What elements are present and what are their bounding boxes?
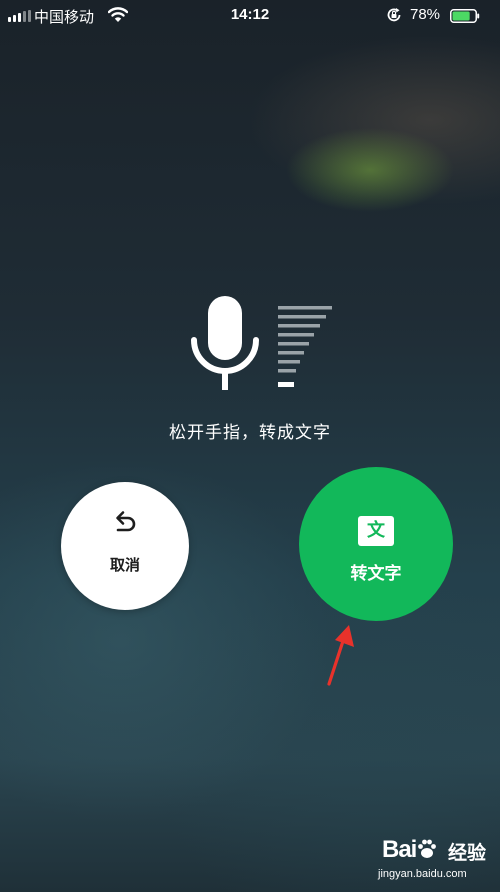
release-hint: 松开手指，转成文字 xyxy=(169,423,331,443)
paw-icon xyxy=(418,839,437,858)
volume-level-icon xyxy=(278,306,332,387)
battery-percent: 78% xyxy=(410,6,441,23)
cancel-button[interactable]: 取消 xyxy=(61,482,189,610)
rotation-lock-icon xyxy=(387,8,401,22)
text-icon: 文 xyxy=(358,516,394,546)
jingyan-logo-text: 经验 xyxy=(448,842,487,864)
baidu-logo: Bai xyxy=(382,836,438,864)
watermark-url: jingyan.baidu.com xyxy=(378,868,467,880)
status-bar: 中国移动 14:12 78% xyxy=(0,0,500,32)
convert-to-text-button[interactable]: 文 转文字 xyxy=(299,467,453,621)
annotation-arrow-icon xyxy=(327,625,354,686)
microphone-icon xyxy=(191,296,259,390)
cancel-label: 取消 xyxy=(109,556,140,574)
baidu-jingyan-watermark: Bai 经验 jingyan.baidu.com xyxy=(376,836,496,888)
convert-to-text-label: 转文字 xyxy=(350,564,402,584)
battery-icon xyxy=(450,9,480,23)
voice-input-screen: 中国移动 14:12 78% 松开手指，转成文字 取消 文 转文字 Bai 经验… xyxy=(0,0,500,892)
undo-icon xyxy=(116,511,136,532)
